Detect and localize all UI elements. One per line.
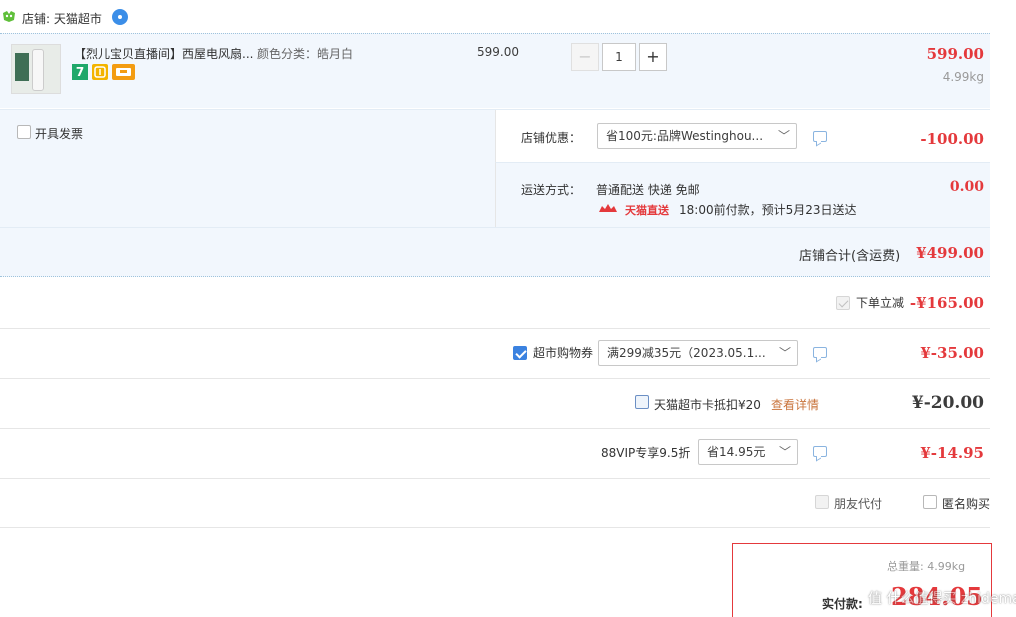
- tmall-direct-label: 天猫直送: [625, 204, 669, 217]
- divider: [0, 527, 990, 528]
- coupon-select[interactable]: 满299减35元（2023.05.1... ﹀: [598, 340, 798, 366]
- coupon-selected: 满299减35元（2023.05.1...: [607, 346, 766, 360]
- instant-discount-checkbox: [836, 296, 850, 310]
- pay-label: 实付款:: [822, 597, 863, 611]
- anonymous-checkbox[interactable]: [923, 495, 937, 509]
- card-checkbox[interactable]: [635, 395, 649, 409]
- shop-total-label: 店铺合计(含运费): [799, 249, 901, 264]
- shipping-method: 普通配送 快递 免邮: [596, 183, 700, 197]
- badge-tmall-icon: [92, 64, 108, 80]
- vip-amount: ¥-14.95: [920, 444, 984, 462]
- badge-card-icon: [112, 64, 135, 80]
- shipping-row: 运送方式： 普通配送 快递 免邮 天猫直送 18:00前付款，预计5月23日送达…: [495, 162, 990, 228]
- shipping-label: 运送方式：: [521, 183, 582, 197]
- tmall-direct-icon: [597, 203, 619, 214]
- vip-selected: 省14.95元: [707, 445, 766, 459]
- coupon-amount: ¥-35.00: [920, 344, 984, 362]
- product-thumbnail[interactable]: [11, 44, 61, 94]
- chevron-down-icon: ﹀: [778, 445, 791, 459]
- chevron-down-icon: ﹀: [777, 129, 790, 143]
- card-amount: ¥-20.00: [911, 393, 984, 413]
- invoice-checkbox[interactable]: [17, 125, 31, 139]
- watermark-text: 值 什么值得买 zhidemai.com: [868, 591, 1016, 607]
- anonymous-label[interactable]: 匿名购买: [942, 495, 990, 512]
- divider: [0, 378, 990, 379]
- shipping-amount: 0.00: [949, 179, 984, 195]
- item-weight: 4.99kg: [942, 70, 984, 84]
- item-row: 【烈儿宝贝直播间】西屋电风扇... 颜色分类：皓月白 7 599.00 − 1 …: [0, 33, 990, 108]
- coupon-label[interactable]: 超市购物券: [533, 344, 593, 361]
- shop-discount-select[interactable]: 省100元:品牌Westinghou... ﹀: [597, 123, 797, 149]
- quantity-input[interactable]: 1: [602, 43, 636, 71]
- card-details-link[interactable]: 查看详情: [771, 396, 819, 413]
- divider: [0, 478, 990, 479]
- quantity-decrease-button[interactable]: −: [571, 43, 599, 71]
- vip-label: 88VIP专享9.5折: [601, 446, 691, 460]
- shop-discount-label: 店铺优惠：: [521, 131, 582, 145]
- invoice-label[interactable]: 开具发票: [35, 125, 83, 142]
- instant-discount-amount: -¥165.00: [909, 294, 984, 312]
- watermark: 值 什么值得买 zhidemai.com: [866, 538, 1016, 616]
- card-label[interactable]: 天猫超市卡抵扣¥20: [654, 396, 761, 413]
- chat-bubble-icon[interactable]: [112, 9, 128, 25]
- vip-select[interactable]: 省14.95元 ﹀: [698, 439, 798, 465]
- coupon-checkbox[interactable]: [513, 346, 527, 360]
- product-title[interactable]: 【烈儿宝贝直播间】西屋电风扇...: [74, 45, 253, 62]
- unit-price: 599.00: [477, 45, 519, 59]
- shipping-eta: 18:00前付款，预计5月23日送达: [679, 203, 857, 217]
- shop-icon: [2, 11, 16, 22]
- coupon-info-icon[interactable]: [813, 347, 827, 358]
- badge-7-days-icon: 7: [72, 64, 88, 80]
- order-options-block: 开具发票 店铺优惠： 省100元:品牌Westinghou... ﹀ -100.…: [0, 109, 990, 228]
- divider: [0, 328, 990, 329]
- instant-discount-label: 下单立减: [856, 296, 905, 310]
- shop-total-row: 店铺合计(含运费) ¥499.00: [0, 227, 990, 277]
- quantity-stepper: − 1 +: [571, 43, 667, 71]
- quantity-increase-button[interactable]: +: [639, 43, 667, 71]
- shop-total-amount: ¥499.00: [916, 244, 984, 262]
- item-subtotal: 599.00: [926, 45, 984, 63]
- friend-pay-checkbox: [815, 495, 829, 509]
- product-variant: 颜色分类：皓月白: [257, 47, 354, 61]
- discount-info-icon[interactable]: [813, 131, 827, 142]
- shop-discount-amount: -100.00: [920, 130, 984, 148]
- vip-info-icon[interactable]: [813, 446, 827, 457]
- chevron-down-icon: ﹀: [778, 346, 791, 360]
- friend-pay-label: 朋友代付: [834, 497, 883, 511]
- shop-header: 店铺: 天猫超市: [0, 8, 300, 28]
- shop-discount-selected: 省100元:品牌Westinghou...: [606, 129, 764, 143]
- divider: [0, 428, 990, 429]
- shop-discount-row: 店铺优惠： 省100元:品牌Westinghou... ﹀ -100.00: [495, 110, 990, 162]
- shop-name[interactable]: 店铺: 天猫超市: [22, 10, 102, 27]
